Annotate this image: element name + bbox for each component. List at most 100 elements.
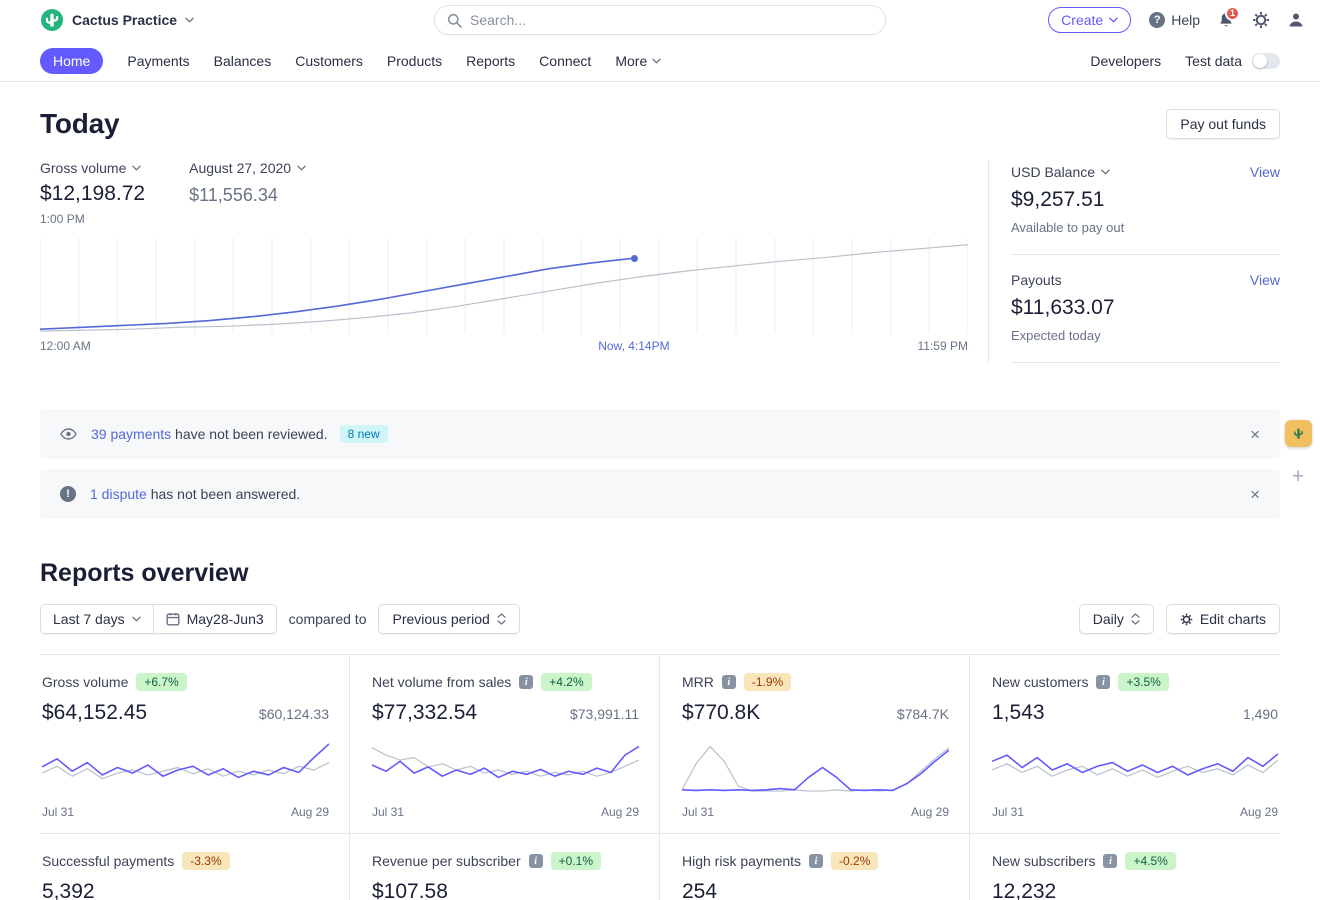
info-icon: i — [1096, 675, 1110, 689]
view-payouts-link[interactable]: View — [1250, 272, 1280, 288]
gross-volume-label: Gross volume — [40, 160, 126, 176]
nav-item-products[interactable]: Products — [387, 53, 442, 69]
account-switcher[interactable]: Cactus Practice — [40, 8, 194, 32]
metric-change-badge: +3.5% — [1118, 673, 1168, 691]
nav-items: Home Payments Balances Customers Products Rep… — [40, 48, 661, 74]
gross-volume-value: $12,198.72 — [40, 182, 145, 206]
nav-item-connect[interactable]: Connect — [539, 53, 591, 69]
metric-sparkline — [992, 739, 1278, 801]
create-label: Create — [1061, 12, 1103, 28]
date-range-button[interactable]: May28-Jun3 — [153, 605, 276, 633]
gross-volume-dropdown[interactable]: Gross volume — [40, 160, 145, 176]
compare-date-dropdown[interactable]: August 27, 2020 — [189, 160, 306, 176]
period-label: Last 7 days — [53, 611, 125, 627]
comparison-select[interactable]: Previous period — [378, 604, 519, 634]
account-name: Cactus Practice — [72, 12, 177, 28]
metric-card[interactable]: High risk payments i -0.2% 254 Jul 31 Au… — [660, 834, 970, 900]
period-dropdown[interactable]: Last 7 days — [41, 605, 153, 633]
pin-button[interactable]: + — [1286, 464, 1310, 490]
nav-item-payments[interactable]: Payments — [127, 53, 189, 69]
search-input[interactable] — [470, 12, 873, 28]
info-icon: i — [1103, 854, 1117, 868]
cactus-logo-icon — [40, 8, 64, 32]
metrics-grid: Gross volume +6.7% $64,152.45 $60,124.33… — [40, 654, 1280, 900]
metric-change-badge: -1.9% — [744, 673, 791, 691]
metric-card[interactable]: New subscribers i +4.5% 12,232 Jul 31 Au… — [970, 834, 1280, 900]
reports-title: Reports overview — [40, 559, 1280, 588]
metric-change-badge: +4.5% — [1125, 852, 1175, 870]
metric-value: $77,332.54 — [372, 701, 477, 725]
create-button[interactable]: Create — [1048, 7, 1131, 33]
metric-card[interactable]: MRR i -1.9% $770.8K $784.7K Jul 31 Aug 2… — [660, 655, 970, 834]
metric-compare-value: $784.7K — [897, 706, 949, 722]
payouts-value: $11,633.07 — [1011, 296, 1280, 320]
profile-button[interactable] — [1288, 12, 1304, 28]
payouts-caption: Expected today — [1011, 328, 1280, 343]
usd-balance-dropdown[interactable]: USD Balance — [1011, 164, 1110, 180]
cactus-extension-icon[interactable] — [1285, 420, 1312, 447]
edit-charts-button[interactable]: Edit charts — [1166, 604, 1280, 634]
dispute-link[interactable]: 1 dispute — [90, 486, 147, 502]
compare-value: $11,556.34 — [189, 185, 306, 206]
metric-title: Revenue per subscriber — [372, 853, 521, 869]
compared-to-label: compared to — [289, 611, 367, 627]
date-filter-group: Last 7 days May28-Jun3 — [40, 604, 277, 634]
help-icon: ? — [1149, 12, 1165, 28]
select-arrows-icon — [497, 613, 506, 625]
balance-panel: USD Balance View $9,257.51 Available to … — [988, 160, 1280, 363]
gear-icon — [1252, 11, 1270, 29]
alert-text: have not been reviewed. — [171, 426, 327, 442]
edit-charts-label: Edit charts — [1200, 611, 1266, 627]
date-range-label: May28-Jun3 — [187, 611, 264, 627]
warning-icon: ! — [60, 486, 76, 502]
granularity-label: Daily — [1093, 611, 1124, 627]
metric-card[interactable]: New customers i +3.5% 1,543 1,490 Jul 31… — [970, 655, 1280, 834]
mini-cactus-icon — [1291, 426, 1306, 441]
metric-card[interactable]: Revenue per subscriber i +0.1% $107.58 J… — [350, 834, 660, 900]
metric-title: Net volume from sales — [372, 674, 511, 690]
nav-item-balances[interactable]: Balances — [214, 53, 272, 69]
calendar-icon — [166, 612, 180, 626]
nav-item-reports[interactable]: Reports — [466, 53, 515, 69]
metric-card[interactable]: Net volume from sales i +4.2% $77,332.54… — [350, 655, 660, 834]
profile-icon — [1288, 12, 1304, 28]
metric-change-badge: +4.2% — [541, 673, 591, 691]
metric-title: MRR — [682, 674, 714, 690]
pay-out-funds-button[interactable]: Pay out funds — [1166, 109, 1280, 139]
nav-developers[interactable]: Developers — [1090, 53, 1161, 69]
search-bar[interactable] — [434, 5, 886, 35]
metric-sparkline — [42, 739, 329, 801]
nav-item-customers[interactable]: Customers — [295, 53, 363, 69]
chevron-down-icon — [1101, 169, 1110, 175]
axis-end-label: Aug 29 — [601, 805, 639, 819]
close-icon[interactable]: × — [1250, 426, 1260, 443]
nav-item-more[interactable]: More — [615, 53, 661, 69]
axis-start-label: 12:00 AM — [40, 339, 91, 353]
close-icon[interactable]: × — [1250, 486, 1260, 503]
notifications-button[interactable]: 1 — [1218, 12, 1234, 29]
metric-card[interactable]: Successful payments -3.3% 5,392 Jul 31 A… — [40, 834, 350, 900]
payments-link[interactable]: 39 payments — [91, 426, 171, 442]
granularity-select[interactable]: Daily — [1079, 604, 1154, 634]
alert-message: 39 payments have not been reviewed. — [91, 426, 328, 442]
payouts-label: Payouts — [1011, 272, 1062, 288]
help-label: Help — [1171, 12, 1200, 28]
gross-volume-time: 1:00 PM — [40, 212, 145, 226]
nav-item-home[interactable]: Home — [40, 48, 103, 74]
eye-icon — [60, 428, 77, 440]
metric-value: $107.58 — [372, 880, 448, 900]
metric-title: Successful payments — [42, 853, 174, 869]
usd-balance-caption: Available to pay out — [1011, 220, 1280, 235]
metric-card[interactable]: Gross volume +6.7% $64,152.45 $60,124.33… — [40, 655, 350, 834]
today-section: Today Pay out funds Gross volume $12,198… — [40, 108, 1280, 363]
test-data-toggle[interactable] — [1252, 53, 1280, 69]
chevron-down-icon — [185, 17, 194, 23]
help-button[interactable]: ? Help — [1149, 12, 1200, 28]
search-icon — [447, 13, 462, 28]
settings-button[interactable] — [1252, 11, 1270, 29]
metric-value: 1,543 — [992, 701, 1045, 725]
chevron-down-icon — [132, 616, 141, 622]
info-icon: i — [722, 675, 736, 689]
view-balance-link[interactable]: View — [1250, 164, 1280, 180]
metric-title: High risk payments — [682, 853, 801, 869]
